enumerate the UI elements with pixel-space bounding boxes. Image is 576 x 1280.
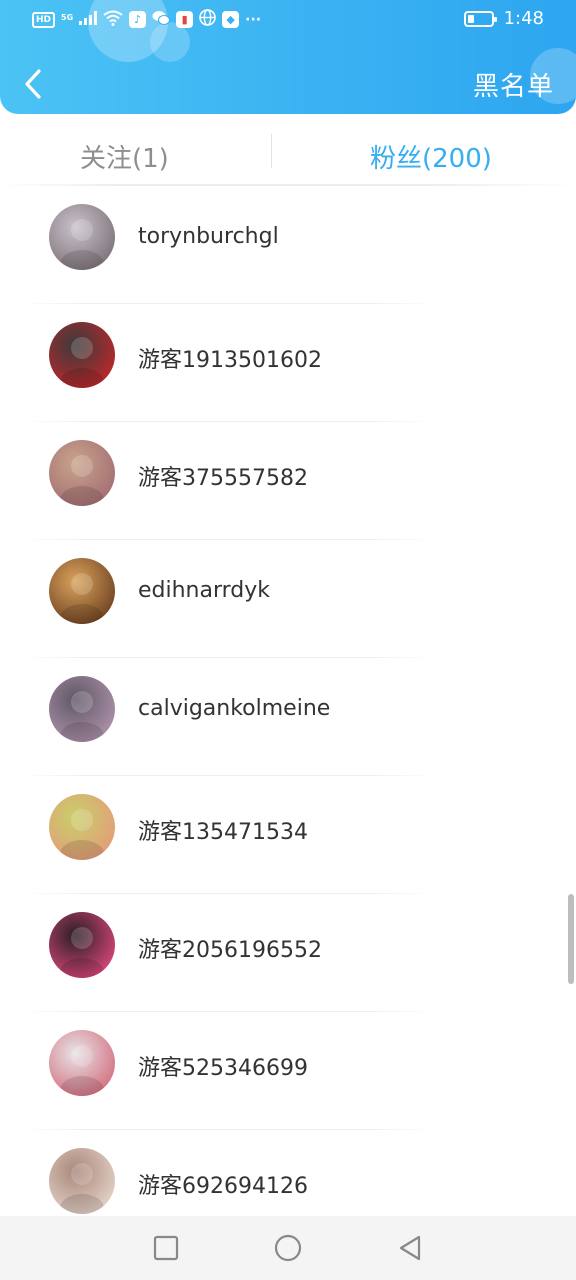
blue-app-icon: ◆ <box>222 11 240 28</box>
avatar[interactable] <box>49 204 115 270</box>
triangle-back-icon <box>399 1235 421 1261</box>
status-right: 1:48 <box>463 8 544 29</box>
battery-icon <box>463 10 497 27</box>
avatar[interactable] <box>49 676 115 742</box>
circle-icon <box>274 1234 302 1262</box>
chevron-left-icon <box>25 69 41 99</box>
fan-list-item[interactable]: calvigankolmeine <box>0 658 576 776</box>
fan-username: edihnarrdyk <box>138 578 271 603</box>
scrollbar[interactable] <box>568 894 574 984</box>
home-button[interactable] <box>274 1234 302 1262</box>
globe-icon <box>199 9 216 30</box>
recent-apps-button[interactable] <box>152 1234 180 1262</box>
fan-username: 游客525346699 <box>138 1056 308 1081</box>
more-icon: ··· <box>245 11 262 28</box>
system-nav-bar <box>0 1216 576 1280</box>
red-app-icon: ▮ <box>176 11 194 28</box>
fan-username: 游客135471534 <box>138 820 308 845</box>
fan-username: 游客2056196552 <box>138 938 322 963</box>
avatar[interactable] <box>49 1148 115 1214</box>
avatar[interactable] <box>49 322 115 388</box>
wechat-icon <box>152 10 171 30</box>
fan-list-item[interactable]: edihnarrdyk <box>0 540 576 658</box>
fan-list-item[interactable]: torynburchgl <box>0 186 576 304</box>
network-type: 5G <box>61 12 74 22</box>
avatar[interactable] <box>49 794 115 860</box>
status-indicators: HD 5G ♪ ▮ ◆ ··· <box>32 9 261 30</box>
avatar[interactable] <box>49 912 115 978</box>
fan-username: calvigankolmeine <box>138 696 331 721</box>
fan-list-item[interactable]: 游客135471534 <box>0 776 576 894</box>
fan-list-item[interactable]: 游客375557582 <box>0 422 576 540</box>
fan-username: 游客692694126 <box>138 1174 308 1199</box>
avatar[interactable] <box>49 440 115 506</box>
avatar[interactable] <box>49 1030 115 1096</box>
fan-username: torynburchgl <box>138 224 279 249</box>
app-header: HD 5G ♪ ▮ ◆ ··· 1:48 黑名单 <box>0 0 576 114</box>
signal-icon <box>79 10 98 29</box>
back-button[interactable] <box>18 66 48 102</box>
tab-fans[interactable]: 粉丝(200) <box>370 138 492 175</box>
fan-list-item[interactable]: 游客2056196552 <box>0 894 576 1012</box>
music-app-icon: ♪ <box>129 11 147 28</box>
status-time: 1:48 <box>503 8 544 29</box>
wifi-icon <box>103 10 123 30</box>
tab-following[interactable]: 关注(1) <box>80 138 169 175</box>
square-icon <box>153 1235 179 1261</box>
fan-list-item[interactable]: 游客525346699 <box>0 1012 576 1130</box>
hd-indicator: HD <box>32 11 56 28</box>
fan-list-item[interactable]: 游客1913501602 <box>0 304 576 422</box>
system-back-button[interactable] <box>396 1234 424 1262</box>
tab-divider <box>271 134 272 168</box>
blacklist-button[interactable]: 黑名单 <box>473 66 554 103</box>
fans-list: torynburchgl 游客1913501602 游客375557582 edihn… <box>0 186 576 1248</box>
tab-bar: 关注(1) 粉丝(200) <box>0 120 576 186</box>
fan-username: 游客375557582 <box>138 466 308 491</box>
avatar[interactable] <box>49 558 115 624</box>
status-bar: HD 5G ♪ ▮ ◆ ··· 1:48 <box>0 0 576 40</box>
fan-username: 游客1913501602 <box>138 348 322 373</box>
